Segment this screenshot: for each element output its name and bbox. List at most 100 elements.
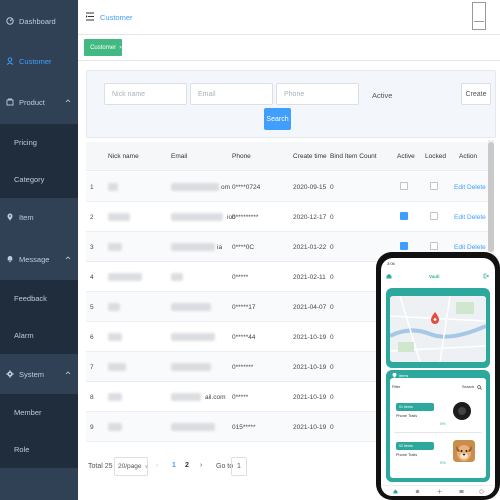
locked-checkbox[interactable] (430, 182, 438, 190)
phone-item-2-name[interactable]: 02 Items (396, 442, 434, 450)
product-icon (6, 98, 14, 106)
phone-cell: 0***** (232, 274, 249, 281)
bind-count-cell: 0 (330, 364, 334, 371)
tab-settings-icon[interactable] (479, 489, 484, 494)
sidebar-item-item[interactable]: Item (0, 198, 78, 236)
tab-customer[interactable]: Customer × (84, 39, 122, 56)
avatar[interactable] (472, 2, 486, 30)
row-index: 8 (90, 394, 94, 401)
dog-photo (453, 440, 475, 462)
sidebar-item-system[interactable]: System (0, 355, 78, 393)
sidebar-item-dashboard[interactable]: Dashboard (0, 2, 78, 40)
sidebar-item-label: Feedback (14, 294, 47, 303)
nickname-input[interactable]: Nick name (104, 83, 187, 105)
row-index: 9 (90, 424, 94, 431)
phone-filter-label[interactable]: Filter (392, 385, 400, 389)
chevron-up-icon (65, 371, 71, 375)
masked-nickname (108, 333, 122, 341)
email-input[interactable]: Email (190, 83, 273, 105)
dashboard-icon (6, 17, 14, 25)
create-time-cell: 2021-10-19 (293, 334, 327, 341)
column-header: Nick name (108, 153, 139, 160)
masked-nickname (108, 393, 122, 401)
chevron-up-icon (65, 256, 71, 260)
breadcrumb[interactable]: Customer (100, 13, 133, 22)
tab-home-icon[interactable] (393, 489, 398, 494)
table-row[interactable]: 1 om 0****0724 2020-09-15 0 Edit Delete (86, 172, 488, 202)
sidebar-item-feedback[interactable]: Feedback (0, 280, 78, 317)
app-root: Dashboard Customer Product Pricing Categ… (0, 0, 500, 500)
delete-button[interactable]: Delete (467, 214, 486, 221)
page-size-select[interactable]: 20/page ∨ (114, 457, 148, 476)
phone-cell: 0******* (232, 364, 254, 371)
table-row[interactable]: 2 iob 0********* 2020-12-17 0 Edit Delete (86, 202, 488, 232)
sidebar-item-pricing[interactable]: Pricing (0, 124, 78, 161)
masked-email (171, 333, 215, 341)
active-checkbox[interactable] (400, 212, 408, 220)
masked-email (171, 363, 211, 371)
sidebar-item-member[interactable]: Member (0, 394, 78, 431)
tab-add-icon[interactable] (437, 489, 442, 494)
phone-items-panel (390, 378, 486, 478)
phone-map[interactable] (390, 296, 486, 362)
search-button[interactable]: Search (264, 108, 291, 130)
home-icon[interactable] (386, 273, 392, 279)
exit-icon[interactable] (483, 273, 489, 279)
phone-search-label[interactable]: Search (462, 385, 474, 389)
sidebar-item-label: Alarm (14, 331, 34, 340)
delete-button[interactable]: Delete (467, 244, 486, 251)
search-icon[interactable] (477, 385, 482, 390)
tab-message-icon[interactable] (459, 489, 464, 494)
bind-count-cell: 0 (330, 304, 334, 311)
active-checkbox[interactable] (400, 182, 408, 190)
phone-item-1-name[interactable]: 01 Items (396, 403, 434, 411)
phone-input[interactable]: Phone (276, 83, 359, 105)
row-index: 5 (90, 304, 94, 311)
table-scrollbar-thumb[interactable] (488, 142, 494, 252)
prev-page-button[interactable]: ‹ (156, 462, 158, 469)
phone-status-time: 3:06 (387, 261, 395, 266)
masked-nickname (108, 213, 130, 221)
sidebar-item-role[interactable]: Role (0, 431, 78, 468)
tags-view: Customer × (78, 35, 500, 61)
create-time-cell: 2021-01-22 (293, 244, 327, 251)
email-tail: om (221, 184, 231, 191)
phone-item-1-label: Phone Trails (396, 414, 418, 418)
sidebar-item-label: Dashboard (19, 16, 56, 26)
close-icon[interactable]: × (119, 45, 122, 51)
bind-count-cell: 0 (330, 274, 334, 281)
page-1-button[interactable]: 1 (172, 462, 176, 469)
edit-button[interactable]: Edit (454, 184, 465, 191)
delete-button[interactable]: Delete (467, 184, 486, 191)
top-header: Customer (78, 0, 500, 35)
locked-checkbox[interactable] (430, 212, 438, 220)
sidebar-item-label: Pricing (14, 138, 37, 147)
sidebar-item-message[interactable]: Message (0, 240, 78, 278)
message-icon (6, 255, 14, 263)
edit-button[interactable]: Edit (454, 214, 465, 221)
divider (394, 432, 482, 433)
sidebar-item-product[interactable]: Product (0, 83, 78, 121)
tag-label: Customer (90, 44, 117, 51)
tab-location-icon[interactable] (415, 489, 420, 494)
next-page-button[interactable]: › (200, 462, 202, 469)
sidebar-item-alarm[interactable]: Alarm (0, 317, 78, 354)
page-2-button[interactable]: 2 (185, 462, 189, 469)
locked-checkbox[interactable] (430, 242, 438, 250)
item-name: 02 Items (399, 444, 413, 448)
phone-cell: 0****0C (232, 244, 255, 251)
active-filter-label[interactable]: Active (372, 91, 392, 100)
phone-cell: 0*****44 (232, 334, 256, 341)
edit-button[interactable]: Edit (454, 244, 465, 251)
sidebar-item-customer[interactable]: Customer (0, 42, 78, 80)
create-button[interactable]: Create (461, 83, 491, 105)
masked-email (171, 273, 183, 281)
tracker-device-image (453, 402, 471, 420)
active-checkbox[interactable] (400, 242, 408, 250)
chevron-up-icon (65, 99, 71, 103)
hamburger-icon[interactable] (86, 12, 94, 21)
sidebar-item-category[interactable]: Category (0, 161, 78, 198)
phone-cell: 0********* (232, 214, 259, 221)
goto-input[interactable]: 1 (231, 457, 247, 476)
table-header: Nick name Email Phone Create time Bind I… (86, 142, 488, 171)
